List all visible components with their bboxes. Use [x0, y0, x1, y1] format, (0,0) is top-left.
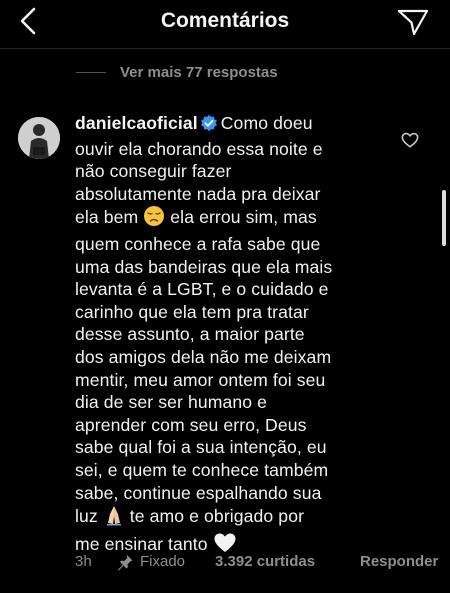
- pin-icon: [116, 553, 134, 575]
- comment-text: ela errou sim, mas: [170, 207, 317, 228]
- heart-outline-icon: [401, 132, 419, 148]
- comment-text: me ensinar tanto: [75, 533, 208, 554]
- comment-line: luz te amo e obrigado por: [75, 504, 375, 532]
- comment-line: sabe qual foi a sua intenção, eu: [75, 437, 327, 458]
- disappointed-face-emoji-icon: [143, 205, 165, 233]
- comment-line: mentir, meu amor ontem foi seu: [75, 369, 326, 390]
- comment-body: danielcaoficial Como doeu ouvir ela chora…: [75, 112, 375, 559]
- comment-text: te amo e obrigado por: [129, 506, 305, 527]
- username-link[interactable]: danielcaoficial: [75, 113, 198, 133]
- comment-line: carinho que ela tem pra tratar: [75, 301, 309, 322]
- share-button[interactable]: [396, 7, 430, 37]
- comment-line: desse assunto, a maior parte: [75, 324, 305, 345]
- comment-line: levanta é a LGBT, e o cuidado e: [75, 279, 329, 300]
- comment-line: quem conhece a rafa sabe que: [75, 233, 321, 254]
- likes-count-button[interactable]: 3.392 curtidas: [215, 553, 315, 570]
- comment-line: dos amigos dela não me deixam: [75, 346, 332, 367]
- comment-text: Como doeu: [220, 113, 313, 133]
- comment-line: sabe, continue espalhando sua: [75, 482, 322, 503]
- comment-text: luz: [75, 506, 98, 527]
- comment-meta: 3h Fixado 3.392 curtidas Responder: [75, 553, 450, 573]
- folded-hands-emoji-icon: [103, 504, 125, 532]
- scrollbar-thumb[interactable]: [442, 190, 446, 246]
- comment-line: danielcaoficial Como doeu: [75, 112, 375, 138]
- pinned-label: Fixado: [140, 553, 186, 570]
- comment-timestamp: 3h: [75, 553, 92, 570]
- paper-plane-icon: [397, 9, 429, 36]
- comment-line: uma das bandeiras que ela mais: [75, 256, 333, 277]
- comment-line: aprender com seu erro, Deus: [75, 414, 307, 435]
- like-button[interactable]: [401, 131, 419, 149]
- verified-badge-icon: [200, 114, 218, 138]
- top-bar: Comentários: [0, 0, 450, 49]
- replies-divider: [76, 71, 106, 73]
- avatar[interactable]: [18, 117, 60, 159]
- comment-line: sei, e quem te conhece também: [75, 459, 329, 480]
- user-photo-icon: [18, 117, 60, 159]
- comment-line: dia de ser ser humano e: [75, 392, 268, 413]
- view-more-replies-button[interactable]: Ver mais 77 respostas: [76, 62, 278, 82]
- comment-line: ouvir ela chorando essa noite e: [75, 138, 323, 159]
- comment-line: ela bem ela errou sim, mas: [75, 205, 375, 233]
- comment-text: ela bem: [75, 207, 139, 228]
- view-more-replies-label: Ver mais 77 respostas: [120, 63, 278, 81]
- comment-line: não conseguir fazer: [75, 161, 232, 182]
- comment-line: absolutamente nada pra deixar: [75, 183, 321, 204]
- page-title: Comentários: [160, 9, 290, 32]
- reply-button[interactable]: Responder: [360, 553, 438, 570]
